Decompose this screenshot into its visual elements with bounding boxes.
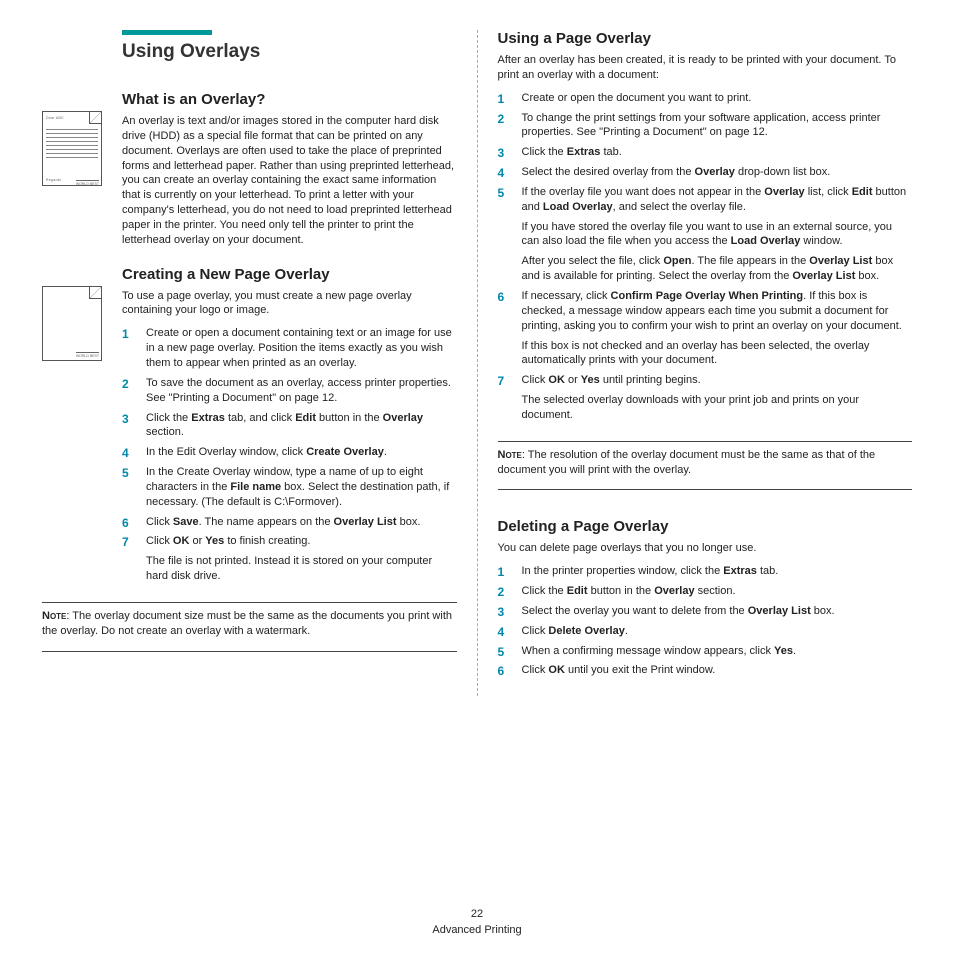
list-item: 5When a confirming message window appear… [498,644,913,659]
steps-using-overlay: 1Create or open the document you want to… [498,91,913,423]
list-item: 4Select the desired overlay from the Ove… [498,165,913,180]
page-footer: 22 Advanced Printing [0,907,954,938]
heading-creating-overlay: Creating a New Page Overlay [122,266,457,283]
list-item: 6Click OK until you exit the Print windo… [498,663,913,678]
heading-deleting-overlay: Deleting a Page Overlay [498,518,913,535]
heading-what-is-overlay: What is an Overlay? [122,91,457,108]
list-item: 6Click Save. The name appears on the Ove… [122,515,457,530]
note-divider [42,602,457,603]
heading-using-overlay: Using a Page Overlay [498,30,913,47]
footer-label: Advanced Printing [0,923,954,938]
list-item: 2To change the print settings from your … [498,111,913,141]
list-item: 7Click OK or Yes to finish creating. The… [122,534,457,584]
list-item: 5In the Create Overlay window, type a na… [122,465,457,510]
note-using-overlay: Note: The resolution of the overlay docu… [498,448,913,478]
letterhead-sample-icon: Dear ABC Regards WORLD BEST [42,111,102,186]
list-item: 5If the overlay file you want does not a… [498,185,913,284]
section-deleting-overlay: Deleting a Page Overlay You can delete p… [498,518,913,678]
section-using-overlay: Using a Page Overlay After an overlay ha… [498,30,913,423]
section-what-is-overlay: Dear ABC Regards WORLD BEST What is an O… [42,91,457,248]
note-creating-overlay: Note: The overlay document size must be … [42,609,457,639]
section-creating-overlay: WORLD BEST Creating a New Page Overlay T… [42,266,457,584]
note-divider [42,651,457,652]
list-item: 1In the printer properties window, click… [498,564,913,579]
body-using-overlay: After an overlay has been created, it is… [498,53,913,83]
title-accent-bar [122,30,212,35]
list-item: 3Click the Extras tab, and click Edit bu… [122,411,457,441]
right-column: Using a Page Overlay After an overlay ha… [478,30,925,696]
list-item: 6If necessary, click Confirm Page Overla… [498,289,913,368]
note-divider [498,441,913,442]
page-number: 22 [0,907,954,922]
steps-creating-overlay: 1Create or open a document containing te… [122,326,457,584]
note-divider [498,489,913,490]
main-title: Using Overlays [122,41,457,63]
list-item: 3Select the overlay you want to delete f… [498,604,913,619]
list-item: 7Click OK or Yes until printing begins. … [498,373,913,423]
blank-letterhead-icon: WORLD BEST [42,286,102,361]
list-item: 1Create or open the document you want to… [498,91,913,106]
page-content: Using Overlays Dear ABC Regards WORLD BE… [0,0,954,746]
left-column: Using Overlays Dear ABC Regards WORLD BE… [30,30,478,696]
steps-deleting-overlay: 1In the printer properties window, click… [498,564,913,678]
list-item: 4Click Delete Overlay. [498,624,913,639]
list-item: 4In the Edit Overlay window, click Creat… [122,445,457,460]
body-deleting-overlay: You can delete page overlays that you no… [498,541,913,556]
list-item: 3Click the Extras tab. [498,145,913,160]
body-creating-overlay: To use a page overlay, you must create a… [122,289,457,319]
body-what-is-overlay: An overlay is text and/or images stored … [122,114,457,248]
list-item: 2To save the document as an overlay, acc… [122,376,457,406]
list-item: 2Click the Edit button in the Overlay se… [498,584,913,599]
list-item: 1Create or open a document containing te… [122,326,457,371]
